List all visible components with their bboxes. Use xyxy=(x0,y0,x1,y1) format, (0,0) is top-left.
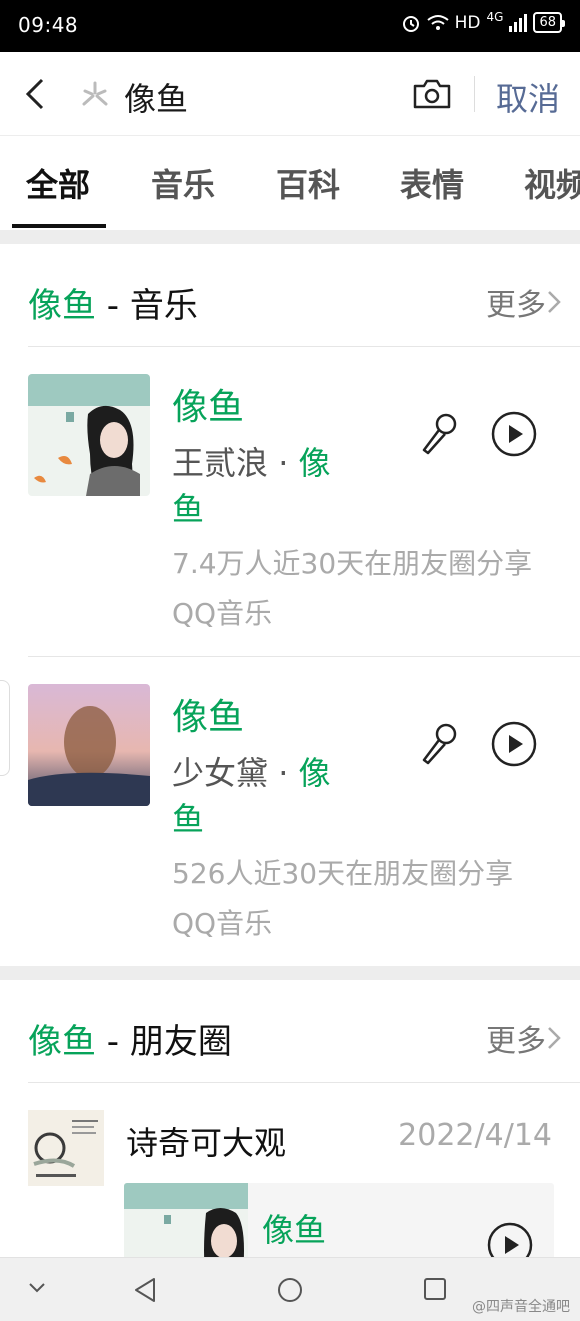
poster-name[interactable]: 诗奇可大观 xyxy=(126,1118,286,1164)
album-cover xyxy=(28,374,150,496)
share-stat: 7.4万人近30天在朋友圈分享 xyxy=(172,547,533,580)
category-tabs: 全部 音乐 百科 表情 视频 xyxy=(0,136,580,230)
nav-back-icon[interactable] xyxy=(132,1276,158,1304)
song-artist-line: 王贰浪 · 像鱼 xyxy=(172,444,331,528)
music-section-header: 像鱼 - 音乐 更多 xyxy=(0,244,580,348)
alarm-icon xyxy=(402,15,419,32)
music-more-link[interactable]: 更多 xyxy=(486,280,546,324)
watermark: @四声音全通吧 xyxy=(472,1299,570,1315)
song-title: 像鱼 xyxy=(172,387,245,428)
section-gap xyxy=(0,230,580,244)
chevron-right-icon[interactable] xyxy=(546,1026,562,1050)
divider xyxy=(28,1082,580,1083)
search-input[interactable]: 像鱼 xyxy=(124,74,188,120)
tab-music[interactable]: 音乐 xyxy=(151,160,215,206)
moments-more-link[interactable]: 更多 xyxy=(486,1016,546,1060)
tab-encyclopedia[interactable]: 百科 xyxy=(276,160,340,206)
cancel-button[interactable]: 取消 xyxy=(496,74,560,120)
active-tab-indicator xyxy=(12,224,106,228)
song-source: QQ音乐 xyxy=(172,597,273,630)
song-title: 像鱼 xyxy=(172,697,245,738)
camera-icon[interactable] xyxy=(412,78,452,110)
play-icon[interactable] xyxy=(490,720,538,768)
section-gap xyxy=(0,966,580,980)
search-spark-icon xyxy=(82,81,108,106)
wifi-icon xyxy=(427,14,449,30)
shared-song-title: 像鱼 xyxy=(262,1211,327,1249)
song-item[interactable]: 像鱼 少女黛 · 像鱼 526人近30天在朋友圈分享 QQ音乐 xyxy=(0,656,580,966)
post-date: 2022/4/14 xyxy=(398,1118,552,1153)
karaoke-mic-icon[interactable] xyxy=(418,412,458,456)
search-header: 像鱼 取消 xyxy=(0,52,580,136)
status-bar: 09:48 HD 4G 68 xyxy=(0,0,580,52)
moments-section-header: 像鱼 - 朋友圈 更多 xyxy=(0,980,580,1084)
song-source: QQ音乐 xyxy=(172,907,273,940)
chevron-down-icon[interactable] xyxy=(26,1280,48,1296)
hd-indicator: HD xyxy=(454,12,481,33)
poster-avatar[interactable] xyxy=(28,1110,104,1186)
status-icons: HD 4G 68 xyxy=(401,9,565,33)
signal-type: 4G xyxy=(486,9,504,24)
karaoke-mic-icon[interactable] xyxy=(418,722,458,766)
chevron-right-icon[interactable] xyxy=(546,290,562,314)
album-cover xyxy=(28,684,150,806)
song-item[interactable]: 像鱼 王贰浪 · 像鱼 7.4万人近30天在朋友圈分享 QQ音乐 xyxy=(0,346,580,656)
edge-swipe-handle[interactable] xyxy=(0,680,10,776)
tab-videos[interactable]: 视频 xyxy=(524,160,580,206)
moments-section-title: 像鱼 - 朋友圈 xyxy=(28,1022,232,1062)
music-section-title: 像鱼 - 音乐 xyxy=(28,286,198,326)
system-nav-bar: @四声音全通吧 xyxy=(0,1257,580,1321)
nav-home-icon[interactable] xyxy=(276,1276,304,1304)
back-icon[interactable] xyxy=(20,76,50,112)
clock: 09:48 xyxy=(18,13,79,37)
header-divider xyxy=(474,76,475,112)
share-stat: 526人近30天在朋友圈分享 xyxy=(172,857,514,890)
song-artist-line: 少女黛 · 像鱼 xyxy=(172,754,331,838)
signal-icon xyxy=(509,13,528,32)
play-icon[interactable] xyxy=(490,410,538,458)
nav-recents-icon[interactable] xyxy=(422,1276,448,1302)
tab-stickers[interactable]: 表情 xyxy=(400,160,464,206)
tab-all[interactable]: 全部 xyxy=(26,160,90,206)
battery-icon: 68 xyxy=(533,12,565,33)
